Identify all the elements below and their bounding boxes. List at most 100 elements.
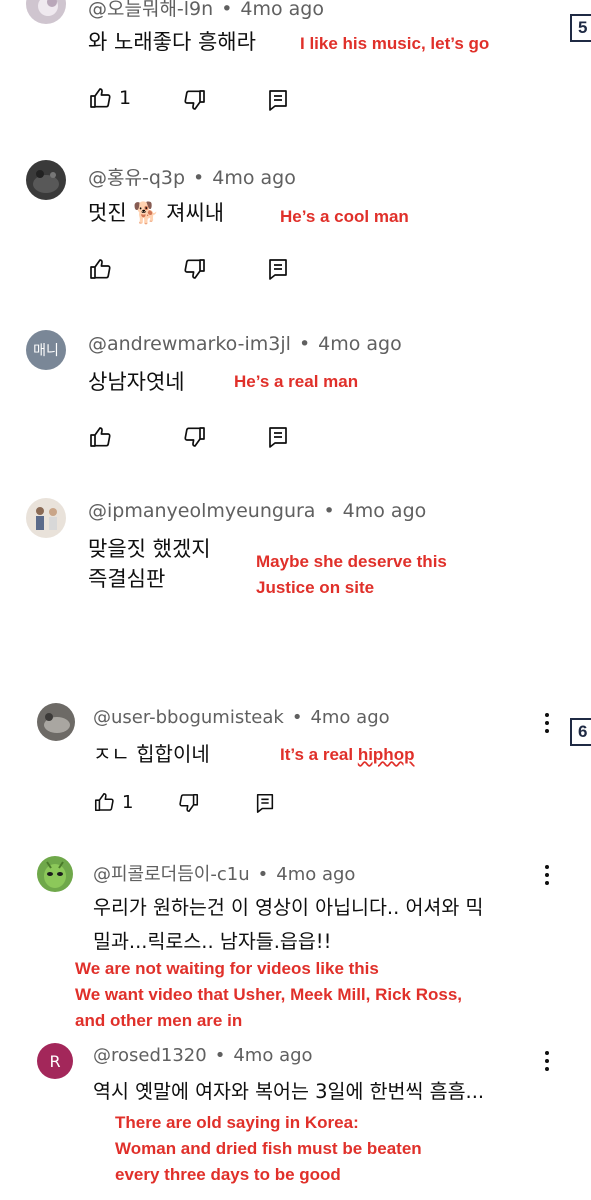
comment-time[interactable]: 4mo ago xyxy=(233,1045,312,1066)
translation-line: Woman and dried fish must be beaten xyxy=(115,1139,422,1158)
translation-annotation: He’s a cool man xyxy=(280,204,409,230)
edge-marker-number: 6 xyxy=(578,722,588,741)
meta-separator: • xyxy=(193,167,205,189)
comment-text: 맞을짓 했겠지 즉결심판 xyxy=(88,534,211,594)
comment-time[interactable]: 4mo ago xyxy=(343,500,427,522)
comment-line: 와 노래좋다 흥해라 xyxy=(88,30,256,54)
more-vert-icon xyxy=(545,1051,549,1055)
reply-comment-icon xyxy=(269,259,287,280)
thumbs-up-icon xyxy=(94,792,114,812)
comment-author[interactable]: @andrewmarko-im3jl xyxy=(88,333,291,355)
dislike-button[interactable] xyxy=(183,88,207,112)
dislike-button[interactable] xyxy=(178,792,200,814)
avatar-photo-icon xyxy=(44,713,70,733)
comment-line: 역시 옛말에 여자와 복어는 3일에 한번씩 흠흠... xyxy=(93,1080,485,1103)
comment-time[interactable]: 4mo ago xyxy=(318,333,402,355)
meta-separator: • xyxy=(298,333,311,355)
translation-line: He’s a cool man xyxy=(280,207,409,226)
reply-comment-icon xyxy=(256,793,274,813)
translation-annotation: It’s a real hiphop xyxy=(280,742,414,768)
translation-annotation: He’s a real man xyxy=(234,369,358,395)
translation-annotation: Maybe she deserve this Justice on site xyxy=(256,549,447,601)
avatar[interactable] xyxy=(26,0,66,24)
edge-marker: 5 xyxy=(570,14,591,42)
comment-time[interactable]: 4mo ago xyxy=(276,864,355,885)
translation-line: It’s a real xyxy=(280,745,358,764)
comment-author[interactable]: @홍유-q3p xyxy=(88,167,185,189)
comment-meta: @피콜로더듬이-c1u • 4mo ago xyxy=(93,860,355,886)
like-button[interactable]: 1 xyxy=(93,791,133,813)
like-count: 1 xyxy=(119,87,132,109)
translation-line: and other men are in xyxy=(75,1011,243,1030)
thumbs-down-icon xyxy=(179,793,199,813)
comment-text: ㅈㄴ 힙합이네 xyxy=(93,739,210,769)
comment-meta: @rosed1320 • 4mo ago xyxy=(93,1045,313,1066)
avatar[interactable] xyxy=(37,856,73,892)
more-vert-icon-dot xyxy=(545,1067,549,1071)
comment-text: 멋진 🐕 져씨내 xyxy=(88,198,224,228)
comment-time[interactable]: 4mo ago xyxy=(240,0,324,20)
comment-meta: @ipmanyeolmyeungura • 4mo ago xyxy=(88,500,426,522)
translation-line: every three days to be good xyxy=(115,1165,341,1184)
comment-time[interactable]: 4mo ago xyxy=(310,707,389,728)
more-vert-icon xyxy=(545,713,549,717)
more-vert-icon-dot xyxy=(545,721,549,725)
comment-author[interactable]: @피콜로더듬이-c1u xyxy=(93,864,250,885)
edge-marker: 6 xyxy=(570,718,591,746)
avatar[interactable]: R xyxy=(37,1043,73,1079)
meta-separator: • xyxy=(257,864,269,885)
more-vert-icon-dot xyxy=(545,881,549,885)
translation-line: We want video that Usher, Meek Mill, Ric… xyxy=(75,985,463,1004)
comment-line: 즉결심판 xyxy=(88,567,166,591)
edge-marker-number: 5 xyxy=(578,18,588,37)
avatar-photo-icon xyxy=(44,861,66,888)
comment-author[interactable]: @rosed1320 xyxy=(93,1045,207,1066)
comment-line: 우리가 원하는건 이 영상이 아닙니다.. 어셔와 믹 xyxy=(93,896,484,919)
like-button[interactable] xyxy=(88,425,112,449)
thumbs-down-icon xyxy=(184,427,205,447)
comment-time[interactable]: 4mo ago xyxy=(212,167,296,189)
comment-text: 와 노래좋다 흥해라 xyxy=(88,27,256,57)
avatar[interactable] xyxy=(37,703,75,741)
comment-author[interactable]: @오늘뭐해-l9n xyxy=(88,0,213,20)
translation-line: Maybe she deserve this xyxy=(256,552,447,571)
translation-annotation: I like his music, let’s go xyxy=(300,31,489,57)
dislike-button[interactable] xyxy=(183,257,207,281)
reply-button[interactable] xyxy=(254,792,276,814)
reply-button[interactable] xyxy=(266,257,290,281)
comment-menu-button[interactable] xyxy=(544,865,550,885)
avatar[interactable] xyxy=(26,160,66,200)
comment-meta: @홍유-q3p • 4mo ago xyxy=(88,163,296,190)
avatar[interactable]: 매니 xyxy=(26,330,66,370)
reply-button[interactable] xyxy=(266,425,290,449)
avatar-photo-icon xyxy=(36,507,57,530)
dislike-button[interactable] xyxy=(183,425,207,449)
thumbs-down-icon xyxy=(184,90,205,110)
avatar[interactable] xyxy=(26,498,66,538)
thumbs-down-icon xyxy=(184,259,205,279)
comment-menu-button[interactable] xyxy=(544,1051,550,1071)
comment-meta: @user-bbogumisteak • 4mo ago xyxy=(93,707,390,728)
more-vert-icon-dot xyxy=(545,729,549,733)
more-vert-icon xyxy=(545,865,549,869)
comment-meta: @오늘뭐해-l9n • 4mo ago xyxy=(88,0,324,21)
thumbs-up-icon xyxy=(90,427,111,447)
comment-menu-button[interactable] xyxy=(544,713,550,733)
comment-line: 맞을짓 했겠지 xyxy=(88,537,211,561)
translation-line: I like his music, let’s go xyxy=(300,34,490,53)
translation-line: There are old saying in Korea: xyxy=(115,1113,359,1132)
translation-underlined-word: hiphop xyxy=(357,745,415,764)
avatar-initials: 매니 xyxy=(33,343,59,359)
comment-text: 상남자엿네 xyxy=(88,367,185,397)
meta-separator: • xyxy=(221,0,233,20)
like-button[interactable] xyxy=(88,257,112,281)
comment-author[interactable]: @user-bbogumisteak xyxy=(93,707,284,728)
translation-line: We are not waiting for videos like this xyxy=(75,959,379,978)
like-button[interactable]: 1 xyxy=(88,86,131,110)
comment-author[interactable]: @ipmanyeolmyeungura xyxy=(88,500,315,522)
reply-button[interactable] xyxy=(266,88,290,112)
meta-separator: • xyxy=(291,707,303,728)
thumbs-up-icon xyxy=(90,88,111,108)
comment-line: 멋진 🐕 져씨내 xyxy=(88,201,225,225)
meta-separator: • xyxy=(214,1045,226,1066)
